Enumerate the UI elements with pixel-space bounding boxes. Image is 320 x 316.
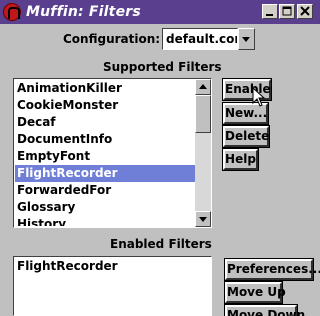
list-item-selected[interactable]: FlightRecorder — [15, 165, 195, 182]
chevron-up-icon — [199, 84, 207, 89]
help-button[interactable]: Help — [222, 148, 259, 171]
configuration-select[interactable]: default.conf — [162, 28, 255, 50]
supported-filters-heading: Supported Filters — [103, 60, 222, 74]
maximize-button[interactable] — [279, 4, 295, 19]
configuration-value[interactable]: default.conf — [162, 28, 238, 50]
supported-filters-list[interactable]: AnimationKiller CookieMonster Decaf Docu… — [13, 78, 212, 228]
list-item[interactable]: Glossary — [15, 199, 195, 216]
preferences-button[interactable]: Preferences... — [224, 258, 320, 281]
title-bar[interactable]: Muffin: Filters — [0, 0, 320, 24]
list-item[interactable]: FlightRecorder — [15, 258, 210, 275]
mouse-cursor-icon — [252, 87, 266, 107]
close-icon — [300, 6, 310, 16]
scroll-thumb[interactable] — [195, 95, 211, 133]
minimize-button[interactable] — [262, 4, 278, 19]
scroll-down-button[interactable] — [195, 211, 211, 227]
supported-list-scrollbar[interactable] — [195, 79, 211, 227]
list-item[interactable]: DocumentInfo — [15, 131, 195, 148]
list-item[interactable]: ForwardedFor — [15, 182, 195, 199]
list-item[interactable]: History — [15, 216, 195, 226]
close-button[interactable] — [297, 4, 313, 19]
enabled-filters-list[interactable]: FlightRecorder — [13, 256, 212, 316]
delete-button[interactable]: Delete — [222, 125, 270, 148]
window-title: Muffin: Filters — [26, 4, 141, 20]
list-item[interactable]: Decaf — [15, 114, 195, 131]
chevron-down-icon — [199, 217, 207, 222]
list-item[interactable]: AnimationKiller — [15, 80, 195, 97]
move-down-button[interactable]: Move Down — [224, 304, 305, 316]
configuration-label: Configuration: — [63, 32, 161, 46]
muffin-app-icon — [3, 3, 21, 21]
scroll-up-button[interactable] — [195, 79, 211, 95]
list-item[interactable]: EmptyFont — [15, 148, 195, 165]
enabled-filters-heading: Enabled Filters — [110, 237, 212, 251]
minimize-icon — [266, 14, 273, 16]
move-up-button[interactable]: Move Up — [224, 281, 286, 304]
chevron-down-icon — [242, 37, 250, 42]
maximize-icon — [282, 6, 292, 16]
list-item[interactable]: CookieMonster — [15, 97, 195, 114]
configuration-dropdown-button[interactable] — [238, 28, 255, 50]
